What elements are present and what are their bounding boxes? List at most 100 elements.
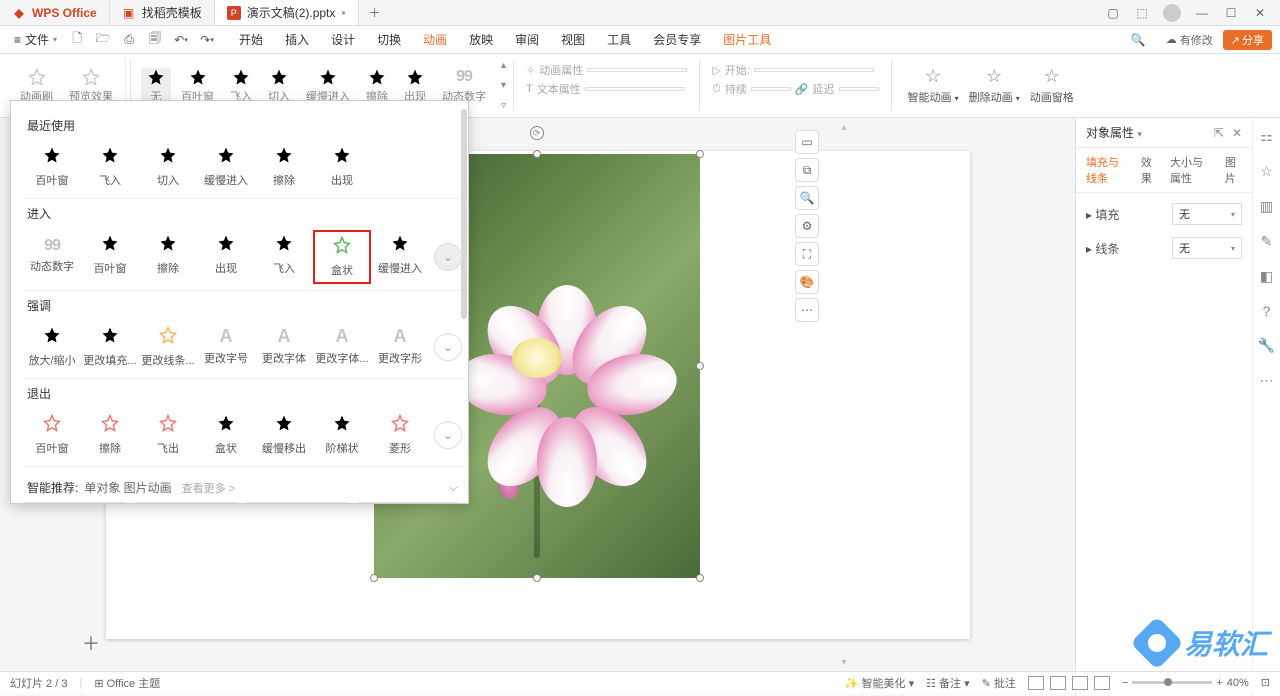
theme-indicator[interactable]: ⊞ Office 主题: [94, 675, 160, 691]
anim-item-退出-5[interactable]: 阶梯状: [313, 410, 371, 460]
view-slideshow-button[interactable]: [1094, 676, 1110, 690]
title-tab-document[interactable]: P 演示文稿(2).pptx •: [215, 0, 359, 25]
menu-tab-3[interactable]: 切换: [377, 31, 401, 48]
menu-tab-5[interactable]: 放映: [469, 31, 493, 48]
title-tab-templates[interactable]: ▣ 找稻壳模板: [110, 0, 215, 25]
effects-scroll[interactable]: ▴▾▿: [498, 58, 509, 113]
search-icon[interactable]: 🔍: [1131, 33, 1146, 47]
anim-item-强调-0[interactable]: 放大/缩小: [23, 322, 81, 372]
menu-tab-7[interactable]: 视图: [561, 31, 585, 48]
reco-card-2[interactable]: 弹性下落进入: [245, 502, 350, 504]
delete-anim-button[interactable]: ☆删除动画 ▾: [969, 66, 1020, 105]
anim-pane-button[interactable]: ☆动画窗格: [1030, 66, 1074, 105]
ribbon-effect-2[interactable]: 飞入: [224, 68, 258, 104]
quick-print-icon[interactable]: ⎙: [121, 32, 137, 48]
anim-item-强调-3[interactable]: A更改字号: [197, 322, 255, 370]
anim-item-强调-1[interactable]: 更改填充...: [81, 322, 139, 372]
anim-item-退出-3[interactable]: 盒状: [197, 410, 255, 460]
ribbon-effect-1[interactable]: 百叶窗: [175, 68, 220, 104]
expand-section-button[interactable]: ⌄: [434, 243, 462, 271]
star-icon[interactable]: ☆: [1260, 163, 1273, 180]
zoom-icon[interactable]: 🔍: [795, 186, 819, 210]
ribbon-effect-4[interactable]: 缓慢进入: [300, 68, 356, 104]
has-changes-indicator[interactable]: ☁ 有修改: [1166, 32, 1213, 48]
pin-icon[interactable]: ⇱: [1214, 126, 1224, 140]
text-property-row[interactable]: T文本属性: [526, 81, 687, 97]
resize-handle-sw[interactable]: [370, 574, 378, 582]
zoom-out-button[interactable]: −: [1122, 677, 1128, 689]
style-icon[interactable]: 🎨: [795, 270, 819, 294]
anim-item-进入-4[interactable]: 飞入: [255, 230, 313, 280]
anim-item-进入-1[interactable]: 百叶窗: [81, 230, 139, 280]
reco-collapse-icon[interactable]: ⌵: [449, 480, 458, 495]
scroll-up-icon[interactable]: ▴: [839, 122, 849, 133]
menu-tab-4[interactable]: 动画: [423, 31, 447, 48]
ribbon-effect-0[interactable]: 无: [141, 68, 171, 104]
anim-item-进入-6[interactable]: 缓慢进入: [371, 230, 429, 280]
rotation-handle[interactable]: ⟳: [530, 126, 544, 140]
resize-handle-e[interactable]: [696, 362, 704, 370]
anim-item-退出-1[interactable]: 擦除: [81, 410, 139, 460]
help-icon[interactable]: ?: [1263, 303, 1271, 319]
shape-icon[interactable]: ◧: [1260, 268, 1273, 285]
panel-scrollbar[interactable]: [461, 109, 467, 319]
template-icon[interactable]: ▥: [1260, 198, 1273, 215]
window-cube-icon[interactable]: ⬚: [1134, 5, 1150, 21]
window-grid-icon[interactable]: ▢: [1105, 5, 1121, 21]
right-tab-0[interactable]: 填充与线条: [1086, 154, 1129, 186]
fill-dropdown[interactable]: 无▾: [1172, 203, 1242, 225]
reco-card-3[interactable]: 上方缩放飞入进入: [356, 502, 461, 504]
add-tab-button[interactable]: ＋: [359, 4, 391, 21]
menu-tab-6[interactable]: 审阅: [515, 31, 539, 48]
anim-item-进入-3[interactable]: 出现: [197, 230, 255, 280]
ribbon-effect-6[interactable]: 出现: [398, 68, 432, 104]
brush-icon[interactable]: ✎: [1261, 233, 1273, 250]
maximize-button[interactable]: ☐: [1223, 5, 1239, 21]
anim-item-进入-5[interactable]: 盒状: [313, 230, 371, 284]
ribbon-preview-effect[interactable]: 预览效果: [63, 68, 119, 104]
fill-property[interactable]: ▸ 填充 无▾: [1086, 203, 1242, 225]
resize-handle-se[interactable]: [696, 574, 704, 582]
ribbon-effect-3[interactable]: 切入: [262, 68, 296, 104]
app-logo-tab[interactable]: ◆ WPS Office: [0, 0, 110, 25]
start-row[interactable]: ▷开始:: [712, 62, 878, 78]
reco-more-link[interactable]: 查看更多 >: [182, 480, 235, 496]
scroll-down-icon[interactable]: ▾: [839, 657, 849, 668]
anim-item-强调-4[interactable]: A更改字体: [255, 322, 313, 370]
file-menu[interactable]: ≡ 文件 ▾: [8, 29, 63, 50]
ribbon-effect-7[interactable]: 99动态数字: [436, 68, 492, 104]
outline-icon[interactable]: ▭: [795, 130, 819, 154]
avatar-icon[interactable]: [1163, 4, 1181, 22]
share-button[interactable]: ↗分享: [1223, 30, 1272, 50]
quick-undo-icon[interactable]: ↶▾: [173, 32, 189, 48]
quick-preview-icon[interactable]: 🗐: [147, 32, 163, 48]
minimize-button[interactable]: —: [1194, 5, 1210, 21]
anim-item-退出-4[interactable]: 缓慢移出: [255, 410, 313, 460]
anim-item-强调-2[interactable]: 更改线条...: [139, 322, 197, 372]
resize-handle-s[interactable]: [533, 574, 541, 582]
settings-icon[interactable]: ⚏: [1260, 128, 1273, 145]
duration-row[interactable]: ⏱持续🔗延迟: [712, 81, 878, 97]
anim-item-强调-6[interactable]: A更改字形: [371, 322, 429, 370]
anim-item-进入-2[interactable]: 擦除: [139, 230, 197, 280]
resize-handle-n[interactable]: [533, 150, 541, 158]
view-normal-button[interactable]: [1028, 676, 1044, 690]
ribbon-anim-brush[interactable]: 动画刷: [14, 68, 59, 104]
line-property[interactable]: ▸ 线条 无▾: [1086, 237, 1242, 259]
status-beautify[interactable]: ✨ 智能美化 ▾: [845, 675, 914, 691]
reco-card-0[interactable]: 轰然下落(适合浅色背景)轰然下落: [23, 502, 128, 504]
fit-icon[interactable]: ⛶: [795, 242, 819, 266]
anim-item-最近使用-2[interactable]: 切入: [139, 142, 197, 192]
expand-section-button[interactable]: ⌄: [434, 421, 462, 449]
menu-tab-10[interactable]: 图片工具: [723, 31, 771, 48]
tool-icon[interactable]: 🔧: [1258, 337, 1275, 354]
zoom-slider[interactable]: [1132, 681, 1212, 684]
line-dropdown[interactable]: 无▾: [1172, 237, 1242, 259]
close-window-button[interactable]: ✕: [1252, 5, 1268, 21]
crop-icon[interactable]: ⧉: [795, 158, 819, 182]
view-sorter-button[interactable]: [1050, 676, 1066, 690]
ribbon-effect-5[interactable]: 擦除: [360, 68, 394, 104]
quick-redo-icon[interactable]: ↷▾: [199, 32, 215, 48]
anim-item-退出-0[interactable]: 百叶窗: [23, 410, 81, 460]
anim-item-最近使用-0[interactable]: 百叶窗: [23, 142, 81, 192]
